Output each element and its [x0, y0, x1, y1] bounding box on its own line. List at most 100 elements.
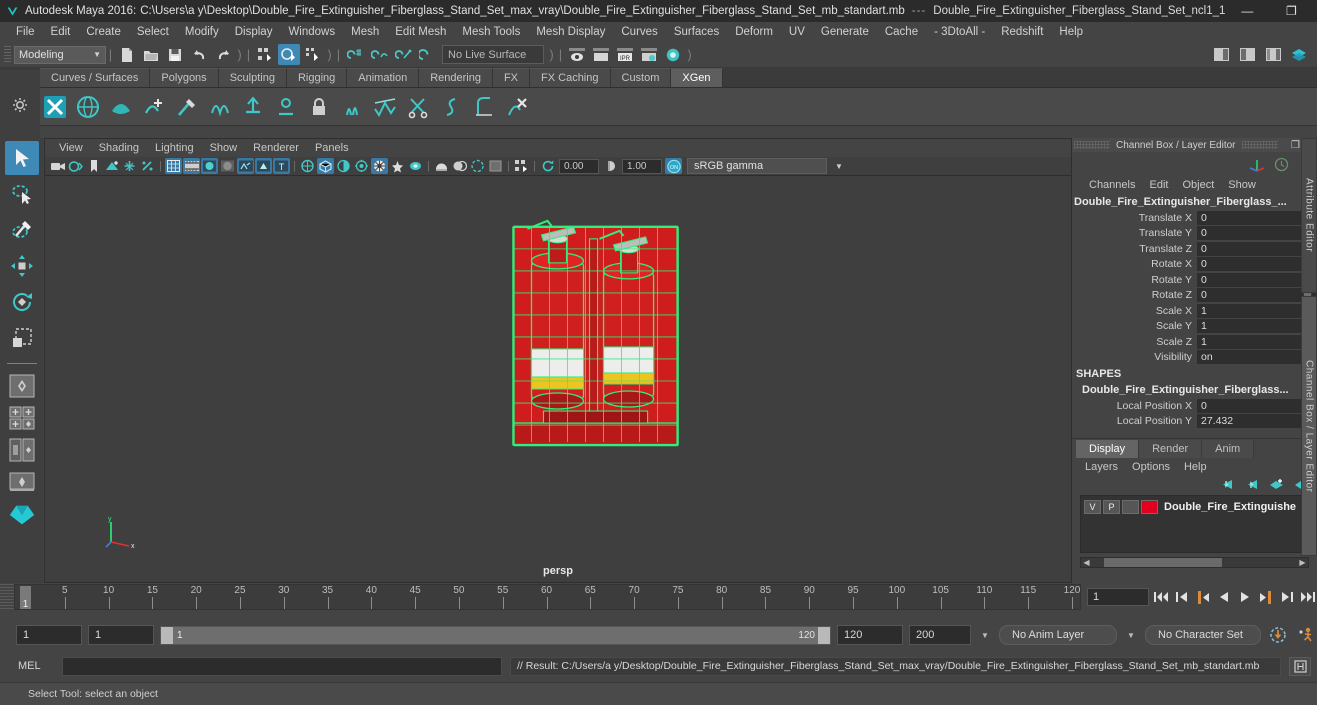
attribute-value-field[interactable]: 1: [1197, 334, 1317, 349]
new-scene-icon[interactable]: [116, 44, 138, 65]
menu-item-mesh-tools[interactable]: Mesh Tools: [454, 24, 528, 40]
bookmark-icon[interactable]: [85, 158, 102, 174]
viewport-menu-renderer[interactable]: Renderer: [245, 141, 307, 155]
image-plane-icon[interactable]: [103, 158, 120, 174]
animation-end-time-field[interactable]: 200: [909, 625, 971, 645]
step-forward-keyframe-icon[interactable]: [1278, 587, 1296, 607]
range-end-handle[interactable]: [818, 626, 830, 644]
attribute-value-field[interactable]: on: [1197, 350, 1317, 365]
show-hide-attribute-editor-icon[interactable]: [1210, 44, 1232, 65]
shelf-tab-fx-caching[interactable]: FX Caching: [530, 68, 611, 87]
shelf-tab-rendering[interactable]: Rendering: [419, 68, 493, 87]
shelf-tab-curves-surfaces[interactable]: Curves / Surfaces: [40, 68, 151, 87]
panel-drag-handle[interactable]: [1074, 141, 1110, 149]
menu-item-cache[interactable]: Cache: [877, 24, 926, 40]
color-profile-select[interactable]: sRGB gamma: [687, 158, 827, 174]
shelf-tab-custom[interactable]: Custom: [610, 68, 672, 87]
menu-item-edit[interactable]: Edit: [43, 24, 79, 40]
animation-start-time-field[interactable]: 1: [16, 625, 82, 645]
attribute-value-field[interactable]: 27.432: [1197, 414, 1317, 429]
menu-item-generate[interactable]: Generate: [813, 24, 877, 40]
xgen-noise-icon[interactable]: [370, 92, 400, 122]
xray-active-components-icon[interactable]: [335, 158, 352, 174]
panel-drag-handle-right[interactable]: [1241, 141, 1278, 149]
side-tab-attribute-editor[interactable]: Attribute Editor: [1301, 138, 1317, 293]
menu-item-redshift[interactable]: Redshift: [993, 24, 1051, 40]
menu-item-uv[interactable]: UV: [781, 24, 813, 40]
minimize-button[interactable]: —: [1225, 0, 1269, 22]
character-set-select[interactable]: No Character Set: [1145, 625, 1261, 645]
isolate-select-icon[interactable]: [469, 158, 486, 174]
go-to-start-icon[interactable]: [1152, 587, 1170, 607]
time-slider-gripper[interactable]: [0, 584, 14, 610]
xgen-clump-icon[interactable]: [337, 92, 367, 122]
step-back-keyframe-icon[interactable]: [1173, 587, 1191, 607]
xgen-region-icon[interactable]: [271, 92, 301, 122]
xgen-delete-icon[interactable]: [502, 92, 532, 122]
menu-set-dropdown[interactable]: Modeling ▼: [14, 45, 106, 64]
command-input[interactable]: [62, 656, 502, 676]
layer-list-horizontal-scrollbar[interactable]: ◀ ▶: [1080, 557, 1309, 568]
render-view-icon[interactable]: [566, 44, 588, 65]
smooth-shade-all-icon[interactable]: [183, 158, 200, 174]
menu-item-deform[interactable]: Deform: [727, 24, 781, 40]
shelf-tab-polygons[interactable]: Polygons: [150, 68, 219, 87]
paint-select-tool[interactable]: [5, 213, 39, 247]
grid-toggle-icon[interactable]: [487, 158, 504, 174]
xgen-sculpt-icon[interactable]: [172, 92, 202, 122]
select-tool[interactable]: [4, 141, 39, 175]
move-layer-up-icon[interactable]: [1219, 478, 1234, 491]
camera-attributes-icon[interactable]: [49, 158, 66, 174]
select-by-component-icon[interactable]: [302, 44, 324, 65]
attribute-value-field[interactable]: 0: [1197, 210, 1317, 225]
render-settings-icon[interactable]: [638, 44, 660, 65]
attribute-value-field[interactable]: 0: [1197, 272, 1317, 287]
gamma-reset-icon[interactable]: [602, 158, 619, 174]
attribute-value-field[interactable]: 1: [1197, 303, 1317, 318]
attribute-value-field[interactable]: 0: [1197, 241, 1317, 256]
xgen-coil-icon[interactable]: [436, 92, 466, 122]
undo-icon[interactable]: [188, 44, 210, 65]
motion-blur-icon[interactable]: [407, 158, 424, 174]
range-start-handle[interactable]: [161, 626, 173, 644]
ipr-render-icon[interactable]: IPR: [614, 44, 636, 65]
exposure-icon[interactable]: [139, 158, 156, 174]
layer-row[interactable]: V P Double_Fire_Extinguishe: [1084, 499, 1308, 515]
script-editor-icon[interactable]: [1289, 656, 1311, 676]
step-back-frame-icon[interactable]: [1194, 587, 1212, 607]
render-region-icon[interactable]: [590, 44, 612, 65]
snap-grid-icon[interactable]: [344, 44, 366, 65]
character-set-chevron-down-icon[interactable]: ▼: [1123, 625, 1139, 645]
show-hide-tool-settings-icon[interactable]: [1236, 44, 1258, 65]
layer-menu-layers[interactable]: Layers: [1078, 460, 1125, 474]
select-by-hierarchy-icon[interactable]: [254, 44, 276, 65]
viewport-menu-shading[interactable]: Shading: [91, 141, 147, 155]
layer-editor-tab-render[interactable]: Render: [1139, 440, 1203, 458]
xray-icon[interactable]: [299, 158, 316, 174]
channel-box-menu-edit[interactable]: Edit: [1142, 178, 1175, 192]
shelf-tab-xgen[interactable]: XGen: [671, 68, 723, 87]
persp-outliner-layout-icon[interactable]: [7, 468, 37, 496]
redo-icon[interactable]: [212, 44, 234, 65]
scale-tool[interactable]: [5, 321, 39, 355]
hardware-texturing-icon[interactable]: [237, 158, 254, 174]
fire-extinguisher-model[interactable]: [45, 176, 1071, 582]
open-scene-icon[interactable]: [140, 44, 162, 65]
maya-stack-icon[interactable]: [1288, 44, 1310, 65]
menu-item-curves[interactable]: Curves: [613, 24, 665, 40]
maya-layout-bookmark-icon[interactable]: [7, 500, 37, 528]
menu-item-select[interactable]: Select: [129, 24, 177, 40]
layer-visibility-toggle[interactable]: V: [1084, 500, 1101, 514]
menu-item-modify[interactable]: Modify: [177, 24, 227, 40]
attribute-value-field[interactable]: 0: [1197, 226, 1317, 241]
scroll-left-arrow[interactable]: ◀: [1081, 558, 1092, 567]
snap-curve-icon[interactable]: [368, 44, 390, 65]
side-tab-channel-box[interactable]: Channel Box / Layer Editor: [1301, 296, 1317, 556]
menu-item-surfaces[interactable]: Surfaces: [666, 24, 727, 40]
anim-layer-chevron-down-icon[interactable]: ▼: [977, 625, 993, 645]
layer-menu-options[interactable]: Options: [1125, 460, 1177, 474]
shelf-tab-animation[interactable]: Animation: [347, 68, 420, 87]
xgen-preview-icon[interactable]: [106, 92, 136, 122]
current-time-indicator[interactable]: 1: [20, 586, 31, 609]
animation-preferences-icon[interactable]: [1295, 626, 1317, 644]
